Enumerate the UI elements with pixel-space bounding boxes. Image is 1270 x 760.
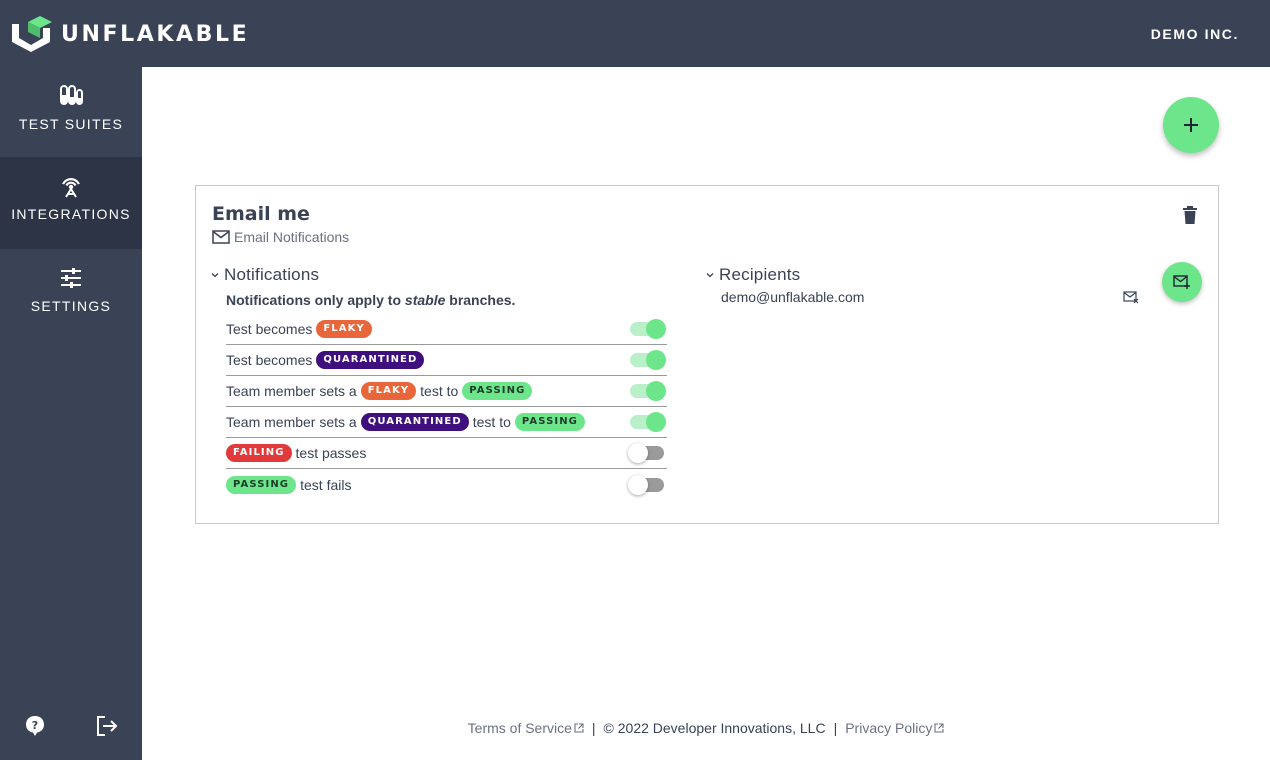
quarantined-badge: QUARANTINED bbox=[316, 351, 425, 369]
rule-text: test passes bbox=[295, 445, 367, 461]
rule-row: FAILING test passes bbox=[226, 438, 667, 469]
notifications-note: Notifications only apply to stable branc… bbox=[226, 292, 515, 308]
plus-icon bbox=[1184, 118, 1198, 132]
rule-text: test fails bbox=[300, 476, 352, 493]
notifications-heading: Notifications bbox=[224, 265, 320, 284]
sidebar-item-integrations[interactable]: INTEGRATIONS bbox=[0, 157, 142, 249]
rule-text: test to bbox=[420, 383, 459, 399]
remove-recipient-button[interactable] bbox=[1123, 290, 1139, 304]
note-emphasis: stable bbox=[404, 292, 446, 308]
rule-row: Team member sets a FLAKY test to PASSING bbox=[226, 376, 667, 407]
antenna-icon bbox=[62, 178, 80, 198]
mail-remove-icon bbox=[1123, 291, 1139, 304]
chevron-down-icon bbox=[705, 270, 719, 280]
flaky-badge: FLAKY bbox=[360, 382, 417, 400]
rule-toggle[interactable] bbox=[628, 381, 666, 401]
terms-link-text: Terms of Service bbox=[467, 720, 572, 736]
brand-logo[interactable]: UNFLAKABLE bbox=[10, 14, 249, 54]
notifications-section-toggle[interactable]: Notifications bbox=[210, 265, 319, 285]
rule-toggle[interactable] bbox=[628, 443, 666, 463]
rule-text: test to bbox=[472, 414, 511, 430]
delete-integration-button[interactable] bbox=[1182, 205, 1198, 225]
rule-row: Test becomes QUARANTINED bbox=[226, 345, 667, 376]
sidebar-item-label: SETTINGS bbox=[30, 298, 112, 314]
chevron-down-icon bbox=[210, 270, 224, 280]
help-icon: ? bbox=[26, 716, 44, 736]
privacy-link[interactable]: Privacy Policy bbox=[845, 720, 944, 736]
footer-separator: | bbox=[591, 720, 596, 736]
passing-badge: PASSING bbox=[462, 382, 533, 400]
svg-text:?: ? bbox=[32, 719, 38, 732]
privacy-link-text: Privacy Policy bbox=[845, 720, 933, 736]
unflakable-logo-icon bbox=[12, 16, 52, 52]
copyright: © 2022 Developer Innovations, LLC bbox=[603, 720, 826, 736]
card-subtitle: Email Notifications bbox=[212, 229, 349, 245]
external-link-icon bbox=[574, 723, 584, 733]
rule-row: Test becomes FLAKY bbox=[226, 314, 667, 345]
sidebar-item-label: TEST SUITES bbox=[18, 116, 124, 132]
note-text: branches. bbox=[445, 292, 516, 308]
org-name[interactable]: DEMO INC. bbox=[1151, 26, 1239, 42]
rule-row: Team member sets a QUARANTINED test to P… bbox=[226, 407, 667, 438]
add-integration-button[interactable] bbox=[1163, 97, 1219, 153]
rule-toggle[interactable] bbox=[628, 474, 666, 495]
sidebar-item-settings[interactable]: SETTINGS bbox=[0, 249, 142, 341]
add-recipient-button[interactable] bbox=[1162, 262, 1202, 302]
footer-separator: | bbox=[833, 720, 838, 736]
passing-badge: PASSING bbox=[514, 413, 585, 431]
trash-icon bbox=[1183, 206, 1197, 224]
notification-rules: Test becomes FLAKY Test becomes QUARANTI… bbox=[226, 314, 667, 500]
sidebar-item-label: INTEGRATIONS bbox=[11, 206, 131, 222]
recipient-email: demo@unflakable.com bbox=[721, 289, 865, 305]
footer: Terms of Service | © 2022 Developer Inno… bbox=[142, 720, 1270, 736]
mail-icon bbox=[212, 230, 230, 244]
brand-name: UNFLAKABLE bbox=[61, 21, 250, 47]
sidebar: TEST SUITES INTEGRATIONS SETTINGS ? bbox=[0, 67, 142, 760]
card-subtitle-text: Email Notifications bbox=[234, 229, 350, 245]
external-link-icon bbox=[934, 723, 944, 733]
passing-badge: PASSING bbox=[226, 475, 297, 494]
sidebar-item-test-suites[interactable]: TEST SUITES bbox=[0, 67, 142, 159]
rule-text: Team member sets a bbox=[226, 383, 357, 399]
sliders-icon bbox=[61, 268, 81, 288]
help-button[interactable]: ? bbox=[20, 712, 50, 740]
rule-row: PASSING test fails bbox=[226, 469, 667, 500]
card-title: Email me bbox=[212, 203, 310, 225]
top-bar: UNFLAKABLE DEMO INC. bbox=[0, 0, 1270, 67]
rule-text: Team member sets a bbox=[226, 414, 357, 430]
rule-toggle[interactable] bbox=[628, 319, 666, 339]
test-tubes-icon bbox=[60, 85, 83, 105]
logout-button[interactable] bbox=[92, 712, 122, 740]
recipients-section-toggle[interactable]: Recipients bbox=[705, 265, 800, 285]
quarantined-badge: QUARANTINED bbox=[360, 413, 469, 431]
rule-text: Test becomes bbox=[226, 321, 313, 337]
terms-link[interactable]: Terms of Service bbox=[468, 720, 584, 736]
email-integration-card: Email me Email Notifications Notificatio… bbox=[195, 185, 1219, 524]
logout-icon bbox=[97, 716, 118, 736]
recipients-heading: Recipients bbox=[719, 265, 801, 284]
rule-text: Test becomes bbox=[226, 352, 313, 368]
failing-badge: FAILING bbox=[226, 444, 292, 462]
note-text: Notifications only apply to bbox=[226, 292, 405, 308]
rule-toggle[interactable] bbox=[628, 412, 666, 432]
mail-add-icon bbox=[1173, 275, 1190, 289]
flaky-badge: FLAKY bbox=[316, 320, 372, 338]
rule-toggle[interactable] bbox=[628, 350, 666, 370]
